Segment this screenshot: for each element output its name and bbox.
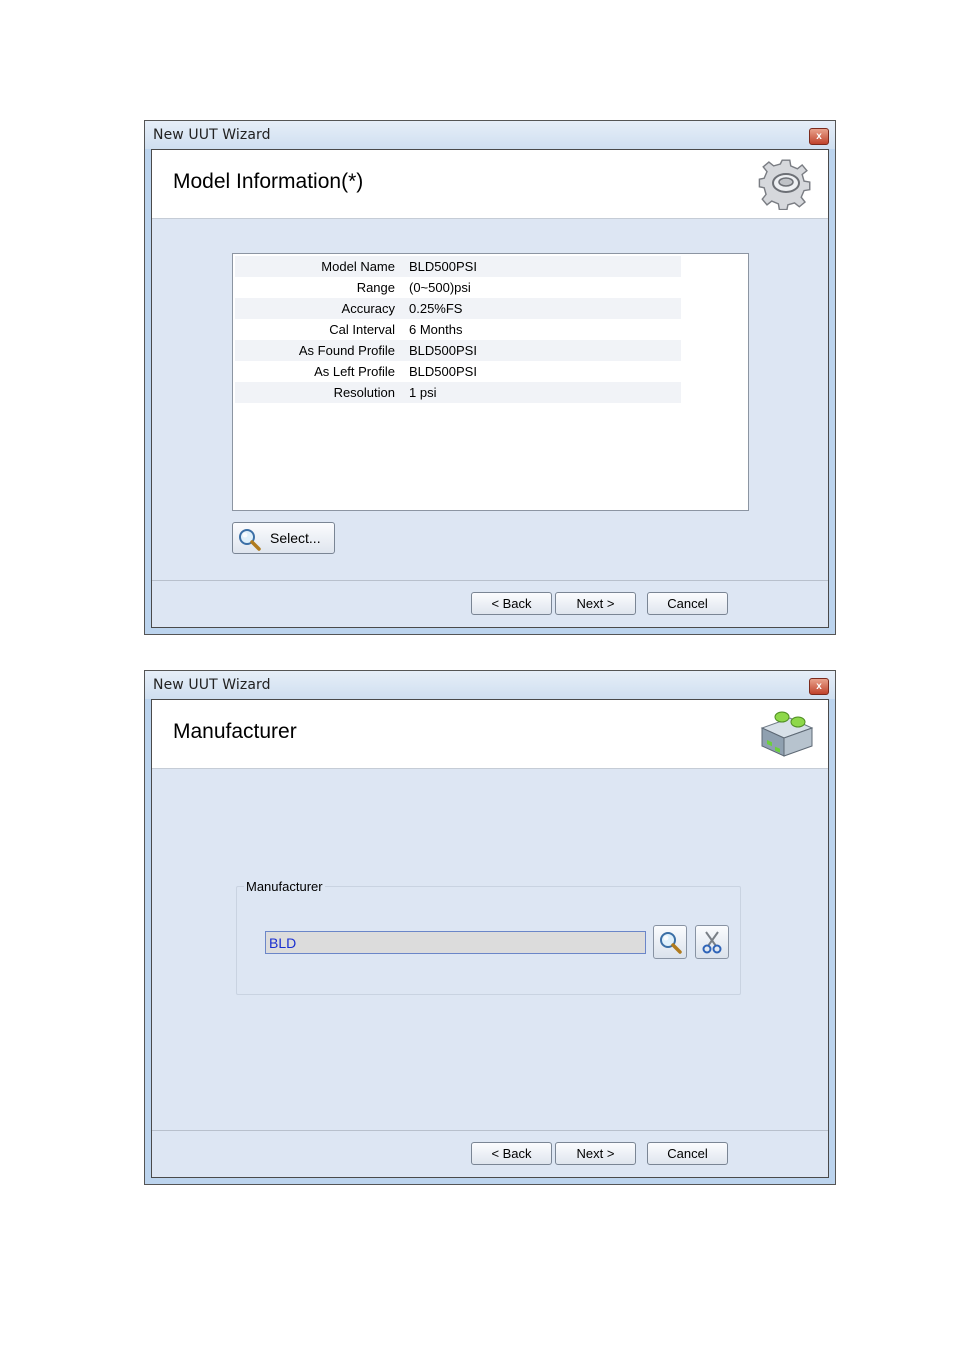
wizard-header: Model Information(*): [152, 150, 828, 219]
model-row-value: BLD500PSI: [409, 343, 477, 358]
model-row: As Left Profile BLD500PSI: [235, 361, 681, 382]
search-manufacturer-button[interactable]: [653, 925, 687, 959]
title-bar[interactable]: New UUT Wizard x: [145, 121, 835, 149]
next-button[interactable]: Next >: [555, 592, 636, 615]
model-row-label: Resolution: [333, 385, 395, 400]
window-title: New UUT Wizard: [153, 127, 271, 143]
model-row-label: Range: [356, 280, 395, 295]
window-title: New UUT Wizard: [153, 677, 271, 693]
wizard-footer: < Back Next > Cancel: [152, 1130, 828, 1177]
cancel-button[interactable]: Cancel: [647, 592, 728, 615]
select-button-label: Select...: [270, 530, 321, 546]
model-row: Model Name BLD500PSI: [235, 256, 681, 277]
model-row-label: Cal Interval: [329, 322, 395, 337]
manufacturer-field[interactable]: [265, 931, 646, 954]
manufacturer-group-label: Manufacturer: [244, 879, 325, 894]
scissors-icon: [702, 931, 722, 954]
gear-icon: [758, 159, 811, 210]
model-row: Cal Interval 6 Months: [235, 319, 681, 340]
next-button[interactable]: Next >: [555, 1142, 636, 1165]
model-row-label: Accuracy: [341, 301, 395, 316]
model-row: Accuracy 0.25%FS: [235, 298, 681, 319]
model-row: As Found Profile BLD500PSI: [235, 340, 681, 361]
wizard-frame: Model Information(*) Model Name BLD500PS…: [151, 149, 829, 628]
factory-building-icon: [760, 711, 814, 757]
wizard-window-manufacturer: New UUT Wizard x Manufacturer Manufactur…: [144, 670, 836, 1185]
page-title: Model Information(*): [173, 170, 364, 193]
select-model-button[interactable]: Select...: [232, 522, 335, 554]
page-title: Manufacturer: [173, 720, 297, 743]
model-info-list: Model Name BLD500PSI Range (0~500)psi Ac…: [232, 253, 749, 511]
model-row: Resolution 1 psi: [235, 382, 681, 403]
wizard-window-model-information: New UUT Wizard x Model Information(*) Mo…: [144, 120, 836, 635]
model-row-value: (0~500)psi: [409, 280, 471, 295]
manufacturer-group: Manufacturer: [236, 879, 741, 995]
close-button[interactable]: x: [809, 678, 829, 695]
model-row-value: 0.25%FS: [409, 301, 463, 316]
cancel-button[interactable]: Cancel: [647, 1142, 728, 1165]
title-bar[interactable]: New UUT Wizard x: [145, 671, 835, 699]
model-row-value: BLD500PSI: [409, 259, 477, 274]
wizard-frame: Manufacturer Manufacturer BLD < Back Nex…: [151, 699, 829, 1178]
model-row-value: 6 Months: [409, 322, 463, 337]
magnifier-icon: [660, 932, 682, 954]
model-row: Range (0~500)psi: [235, 277, 681, 298]
magnifier-icon: [239, 529, 261, 551]
model-row-label: As Found Profile: [298, 343, 395, 358]
back-button[interactable]: < Back: [471, 592, 552, 615]
back-button[interactable]: < Back: [471, 1142, 552, 1165]
model-row-label: Model Name: [321, 259, 395, 274]
model-row-label: As Left Profile: [314, 364, 395, 379]
model-row-value: BLD500PSI: [409, 364, 477, 379]
close-button[interactable]: x: [809, 128, 829, 145]
wizard-header: Manufacturer: [152, 700, 828, 769]
clear-manufacturer-button[interactable]: [695, 925, 729, 959]
model-row-value: 1 psi: [409, 385, 437, 400]
wizard-footer: < Back Next > Cancel: [152, 580, 828, 627]
